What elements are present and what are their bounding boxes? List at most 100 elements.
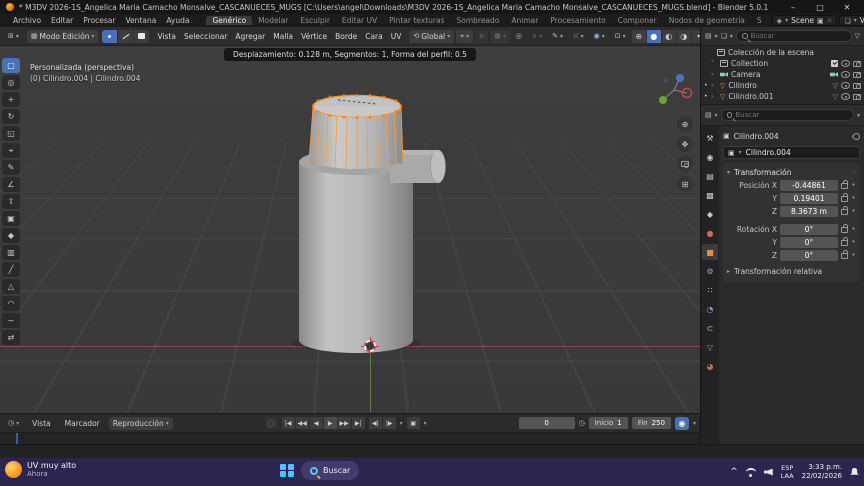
language-indicator[interactable]: ESP LAA [781, 464, 794, 480]
properties-tab-tool[interactable]: ⚒ [702, 130, 718, 146]
gizmos-dropdown[interactable]: ⤫ ▾ [569, 30, 588, 43]
chevron-right-icon[interactable]: › [711, 93, 717, 100]
properties-tab-output[interactable]: ▤ [702, 168, 718, 184]
pivot-point-dropdown[interactable]: ⌖ ▾ [456, 29, 474, 43]
menu-procesar[interactable]: Procesar [78, 16, 120, 25]
outliner-row-cilindro[interactable]: • › ▽ Cilindro ▽ [701, 80, 864, 91]
menu-archivo[interactable]: Archivo [8, 16, 46, 25]
properties-tab-world[interactable]: ● [702, 225, 718, 241]
overlays-dropdown[interactable]: ◉ ▾ [590, 30, 609, 43]
properties-tab-view-layer[interactable]: ▩ [702, 187, 718, 203]
mode-dropdown[interactable]: ▦ Modo Edición ▾ [26, 29, 99, 43]
prev-keyframe-button[interactable]: ◀◀ [295, 417, 309, 429]
keying-set-button[interactable]: ▣ [406, 417, 420, 429]
playback-sync-icon[interactable]: ◉ [675, 416, 689, 430]
timeline-menu-reproduccion[interactable]: Reproducción ▾ [108, 416, 173, 430]
model-cylinders[interactable] [280, 91, 450, 401]
outliner-filter-mode-icon[interactable]: ❏ [721, 32, 727, 40]
workspace-tab-s[interactable]: S [751, 16, 768, 25]
properties-tab-physics[interactable]: ◔ [702, 301, 718, 317]
lock-icon[interactable] [841, 224, 848, 233]
tool-measure-button[interactable]: ∠ [2, 177, 20, 192]
menu-editar[interactable]: Editar [46, 16, 78, 25]
tool-poly-build-button[interactable]: △ [2, 279, 20, 294]
weather-widget[interactable]: UV muy alto Ahora [5, 461, 76, 478]
lock-icon[interactable] [841, 237, 848, 246]
animate-dot[interactable]: • [851, 181, 856, 189]
render-visibility-icon[interactable] [853, 82, 861, 89]
notifications-bell-icon[interactable] [850, 467, 859, 475]
transform-value-field[interactable]: 0° [780, 223, 838, 235]
transform-value-field[interactable]: 0.19401 [780, 192, 838, 204]
tool-transform-button[interactable]: ⌖ [2, 143, 20, 158]
jump-to-start-button[interactable]: |◀ [281, 417, 295, 429]
maximize-button[interactable]: □ [809, 3, 831, 12]
hide-eye-icon[interactable] [841, 93, 850, 100]
xray-toggle[interactable]: ⊡ ▾ [611, 30, 630, 43]
properties-tab-constraints[interactable]: ⊂ [702, 320, 718, 336]
chevron-down-icon[interactable]: ▾ [857, 112, 860, 119]
lock-icon[interactable] [841, 180, 848, 189]
workspace-tab-sombreado[interactable]: Sombreado [450, 16, 505, 25]
tool-scale-button[interactable]: ◱ [2, 126, 20, 141]
material-shading-button[interactable]: ◐ [661, 29, 676, 43]
animate-dot[interactable]: • [851, 225, 856, 233]
frame-forward-button[interactable]: |▶ [382, 417, 396, 429]
editor-type-button[interactable]: ⊞ ▾ [4, 30, 23, 43]
transform-panel-header[interactable]: ▾ Transformación ∷ [727, 166, 856, 179]
outliner-display-mode-icon[interactable]: ▤ [705, 32, 712, 40]
face-select-button[interactable] [134, 29, 150, 43]
tool-rotate-button[interactable]: ↻ [2, 109, 20, 124]
workspace-tab-editar-uv[interactable]: Editar UV [336, 16, 383, 25]
workspace-tab-animar[interactable]: Animar [505, 16, 544, 25]
snap-settings-dropdown[interactable]: ▦ ▾ [490, 29, 510, 43]
transform-value-field[interactable]: 0° [780, 249, 838, 261]
camera-view-icon[interactable] [677, 156, 693, 172]
tool-extrude-button[interactable]: ⇧ [2, 194, 20, 209]
tool-smooth-button[interactable]: ~ [2, 313, 20, 328]
chevron-down-icon[interactable]: ▾ [424, 420, 427, 427]
orientation-dropdown[interactable]: ⟲ Global ▾ [409, 29, 455, 43]
proportional-falloff-dropdown[interactable]: ∧ ▾ [528, 30, 546, 43]
viewport-menu-malla[interactable]: Malla [269, 32, 297, 41]
hide-eye-icon[interactable] [841, 60, 850, 67]
tray-caret-icon[interactable]: ^ [730, 467, 738, 477]
tool-edge-slide-button[interactable]: ⇄ [2, 330, 20, 345]
properties-tab-scene[interactable]: ◆ [702, 206, 718, 222]
viewport-menu-seleccionar[interactable]: Seleccionar [180, 32, 231, 41]
grid-toggle-icon[interactable]: ⊞ [677, 176, 693, 192]
workspace-tab-esculpir[interactable]: Esculpir [294, 16, 336, 25]
filter-funnel-icon[interactable]: ▽ [855, 32, 860, 40]
viewport-menu-borde[interactable]: Borde [331, 32, 361, 41]
properties-tab-modifiers[interactable]: ⚙ [702, 263, 718, 279]
timeline-menu-marcador[interactable]: Marcador [60, 419, 105, 428]
chevron-right-icon[interactable]: › [711, 71, 717, 78]
taskbar-clock[interactable]: 3:33 p.m. 22/02/2026 [802, 463, 842, 481]
tool-move-button[interactable]: + [2, 92, 20, 107]
speaker-icon[interactable] [763, 468, 773, 476]
outliner-search[interactable] [735, 30, 852, 42]
render-visibility-icon[interactable] [853, 93, 861, 100]
snap-toggle[interactable]: ∩ [475, 29, 489, 43]
animate-dot[interactable]: • [851, 238, 856, 246]
timeline-editor-type-button[interactable]: ◷ ▾ [4, 417, 23, 430]
hide-eye-icon[interactable] [841, 71, 850, 78]
animate-dot[interactable]: • [851, 207, 856, 215]
viewport-menu-agregar[interactable]: Agregar [231, 32, 269, 41]
frame-end-field[interactable]: Fin 250 [631, 417, 671, 429]
workspace-tab-procesamiento[interactable]: Procesamiento [544, 16, 611, 25]
taskbar-search[interactable]: Buscar [301, 461, 360, 480]
viewport-menu-uv[interactable]: UV [387, 32, 406, 41]
outliner-row-cilindro-001[interactable]: • › ▽ Cilindro.001 ▽ [701, 91, 864, 102]
tool-loop-cut-button[interactable]: ▥ [2, 245, 20, 260]
outliner-row-collection[interactable]: ˅ Collection [701, 58, 864, 69]
workspace-tab-nodos-de-geometria[interactable]: Nodos de geometría [663, 16, 751, 25]
workspace-tab-modelar[interactable]: Modelar [252, 16, 294, 25]
transform-value-field[interactable]: 8.3673 m [780, 205, 838, 217]
tool-inset-faces-button[interactable]: ▣ [2, 211, 20, 226]
properties-tab-object[interactable]: ■ [702, 244, 718, 260]
exclude-checkbox[interactable] [831, 60, 838, 67]
close-button[interactable]: ✕ [836, 3, 858, 12]
tool-bevel-button[interactable]: ◆ [2, 228, 20, 243]
stopwatch-icon[interactable]: ◷ [579, 419, 585, 427]
